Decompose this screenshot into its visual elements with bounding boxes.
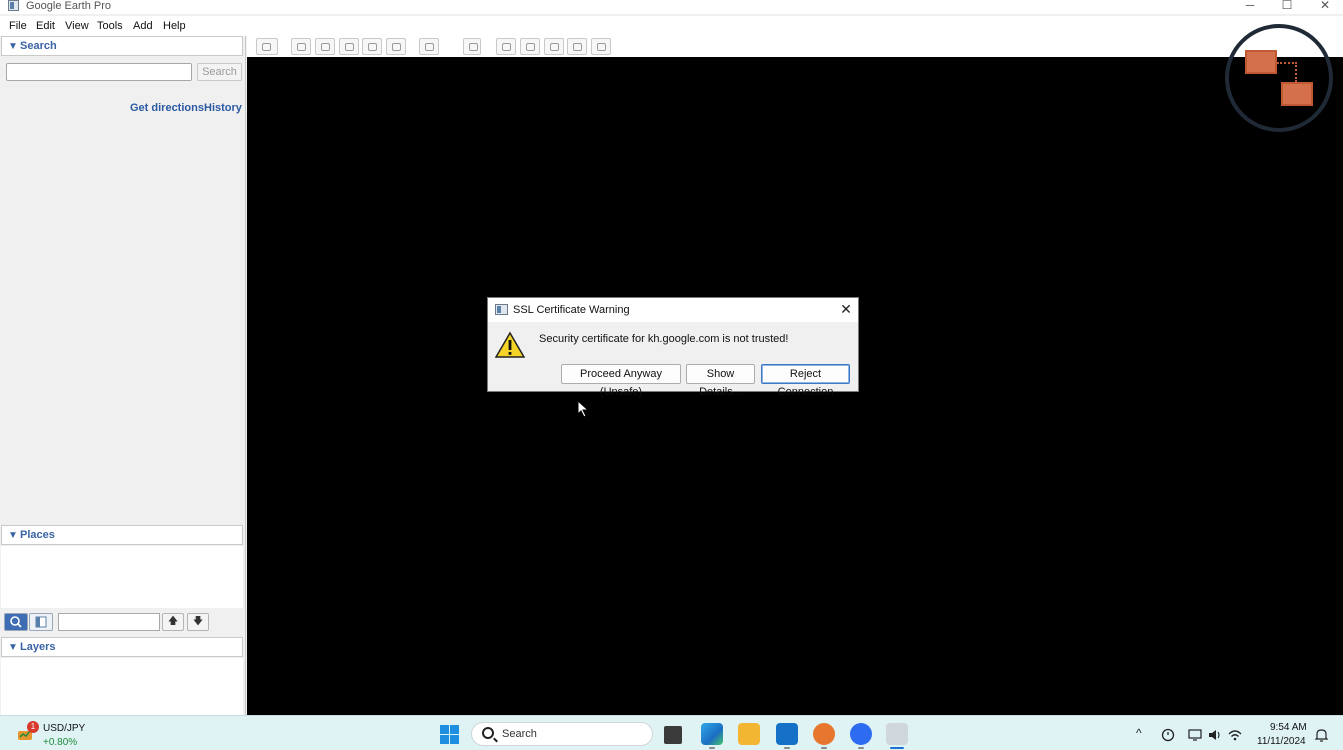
active-app-indicator xyxy=(890,747,904,749)
ruler-icon[interactable] xyxy=(463,38,481,55)
display-icon[interactable] xyxy=(1188,728,1202,742)
notification-badge: 1 xyxy=(27,721,39,733)
dialog-close-button[interactable]: ✕ xyxy=(838,301,854,317)
show-details-button[interactable]: Show Details... xyxy=(686,364,755,398)
menu-view[interactable]: View xyxy=(65,20,89,32)
add-path-icon[interactable] xyxy=(339,38,359,55)
places-panel-header[interactable]: ▼ Places xyxy=(1,525,243,545)
search-button[interactable]: Search xyxy=(197,63,242,81)
add-polygon-icon[interactable] xyxy=(315,38,335,55)
search-panel-title: Search xyxy=(20,40,57,52)
save-image-icon[interactable] xyxy=(544,38,564,55)
search-places-icon[interactable] xyxy=(4,613,28,631)
switch-planet-icon[interactable] xyxy=(591,38,611,55)
record-tour-icon[interactable] xyxy=(386,38,406,55)
layers-tree[interactable] xyxy=(1,658,243,715)
remote-desktop-logo-icon xyxy=(1225,24,1333,132)
search-input[interactable] xyxy=(6,63,192,81)
places-filter-input[interactable] xyxy=(58,613,160,631)
reject-connection-button[interactable]: Reject Connection xyxy=(761,364,850,398)
search-icon xyxy=(482,727,494,739)
menu-tools[interactable]: Tools xyxy=(97,20,123,32)
clock-date[interactable]: 11/11/2024 xyxy=(1257,736,1306,747)
clock-time[interactable]: 9:54 AM xyxy=(1270,722,1307,733)
menu-bar: File Edit View Tools Add Help xyxy=(0,16,1343,36)
ssl-warning-dialog: SSL Certificate Warning ✕ Security certi… xyxy=(487,297,859,398)
windows-start-icon[interactable] xyxy=(440,725,459,744)
currency-change: +0.80% xyxy=(43,737,78,748)
close-window-button[interactable]: ✕ xyxy=(1318,0,1332,13)
file-explorer-icon[interactable] xyxy=(738,723,760,745)
warning-icon xyxy=(495,331,525,358)
collapse-triangle-icon: ▼ xyxy=(8,642,18,653)
sync-icon[interactable] xyxy=(1161,728,1175,742)
menu-help[interactable]: Help xyxy=(163,20,186,32)
currency-pair[interactable]: USD/JPY xyxy=(43,723,85,734)
add-placemark-icon[interactable] xyxy=(291,38,311,55)
historical-imagery-icon[interactable] xyxy=(419,38,439,55)
outlook-icon[interactable] xyxy=(776,723,798,745)
zoom-icon[interactable] xyxy=(850,723,872,745)
places-tree[interactable] xyxy=(1,546,243,608)
collapse-triangle-icon: ▼ xyxy=(8,530,18,541)
menu-edit[interactable]: Edit xyxy=(36,20,55,32)
google-earth-app-icon xyxy=(495,304,508,315)
places-panel-title: Places xyxy=(20,529,55,541)
windows-taskbar: 1 USD/JPY +0.80% Search ^ 9:54 AM 11/11/… xyxy=(0,715,1343,750)
mozilla-app-icon[interactable] xyxy=(813,723,835,745)
proceed-anyway-button[interactable]: Proceed Anyway (Unsafe) xyxy=(561,364,681,398)
view-in-maps-icon[interactable] xyxy=(567,38,587,55)
print-icon[interactable] xyxy=(520,38,540,55)
wifi-icon[interactable] xyxy=(1228,728,1242,742)
google-earth-taskbar-icon[interactable] xyxy=(886,723,908,745)
window-title-bar: Google Earth Pro ─ ☐ ✕ xyxy=(0,0,1343,14)
task-view-icon[interactable] xyxy=(664,726,682,744)
volume-icon[interactable] xyxy=(1208,728,1222,742)
google-earth-app-icon xyxy=(8,0,19,11)
dialog-message: Security certificate for kh.google.com i… xyxy=(539,333,789,345)
move-up-button[interactable]: 🡅 xyxy=(162,613,184,631)
main-toolbar xyxy=(247,36,1343,57)
notification-bell-icon[interactable] xyxy=(1315,728,1328,742)
sidebar: ▼ Search Search Get directions History ▼… xyxy=(0,36,246,715)
menu-file[interactable]: File xyxy=(9,20,27,32)
menu-add[interactable]: Add xyxy=(133,20,153,32)
get-directions-link[interactable]: Get directions xyxy=(130,102,204,114)
history-link[interactable]: History xyxy=(204,102,242,114)
running-indicator xyxy=(709,747,715,749)
window-title: Google Earth Pro xyxy=(26,0,111,12)
show-hidden-icons-chevron-icon[interactable]: ^ xyxy=(1136,726,1142,740)
places-toolbar: 🡅 🡇 xyxy=(0,609,245,635)
taskbar-search-label: Search xyxy=(502,728,537,740)
running-indicator xyxy=(821,747,827,749)
running-indicator xyxy=(858,747,864,749)
taskbar-search-box[interactable]: Search xyxy=(471,722,653,746)
running-indicator xyxy=(784,747,790,749)
move-down-button[interactable]: 🡇 xyxy=(187,613,209,631)
add-image-overlay-icon[interactable] xyxy=(362,38,382,55)
maximize-button[interactable]: ☐ xyxy=(1280,0,1294,13)
sidebar-toggle-icon[interactable] xyxy=(29,613,53,631)
dialog-title-bar: SSL Certificate Warning ✕ xyxy=(488,298,858,322)
mouse-cursor-icon xyxy=(577,400,590,418)
edge-browser-icon[interactable] xyxy=(701,723,723,745)
layers-panel-title: Layers xyxy=(20,641,56,653)
layers-panel-header[interactable]: ▼ Layers xyxy=(1,637,243,657)
dialog-title: SSL Certificate Warning xyxy=(513,304,630,316)
search-panel-header[interactable]: ▼ Search xyxy=(1,36,243,56)
collapse-triangle-icon: ▼ xyxy=(8,41,18,52)
hide-sidebar-icon[interactable] xyxy=(256,38,278,55)
email-icon[interactable] xyxy=(496,38,516,55)
minimize-button[interactable]: ─ xyxy=(1243,0,1257,13)
